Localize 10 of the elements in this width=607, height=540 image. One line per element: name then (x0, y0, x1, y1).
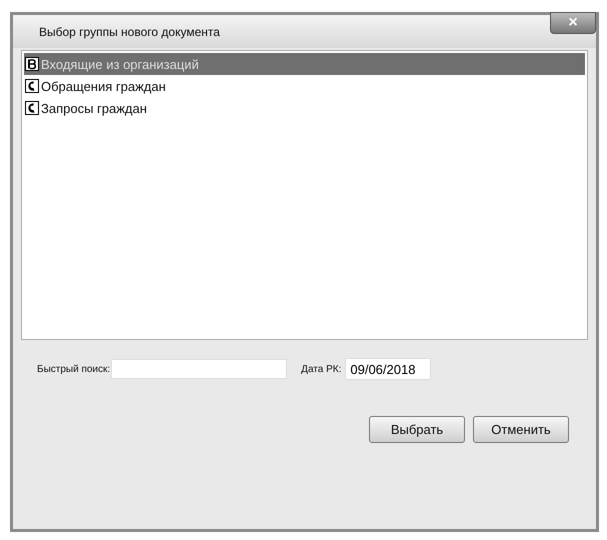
select-button[interactable]: Выбрать (369, 416, 465, 443)
window-title: Выбор группы нового документа (39, 24, 220, 38)
list-item[interactable]: Входящие из организаций (24, 53, 585, 75)
list-item[interactable]: Запросы граждан (24, 97, 585, 119)
date-field[interactable]: 09/06/2018 (345, 358, 432, 380)
date-label: Дата РК: (301, 364, 342, 374)
cancel-button[interactable]: Отменить (473, 416, 569, 443)
list-item[interactable]: Обращения граждан (24, 75, 585, 97)
quick-search-label: Быстрый поиск: (37, 364, 110, 374)
quick-search-field[interactable] (111, 359, 288, 379)
